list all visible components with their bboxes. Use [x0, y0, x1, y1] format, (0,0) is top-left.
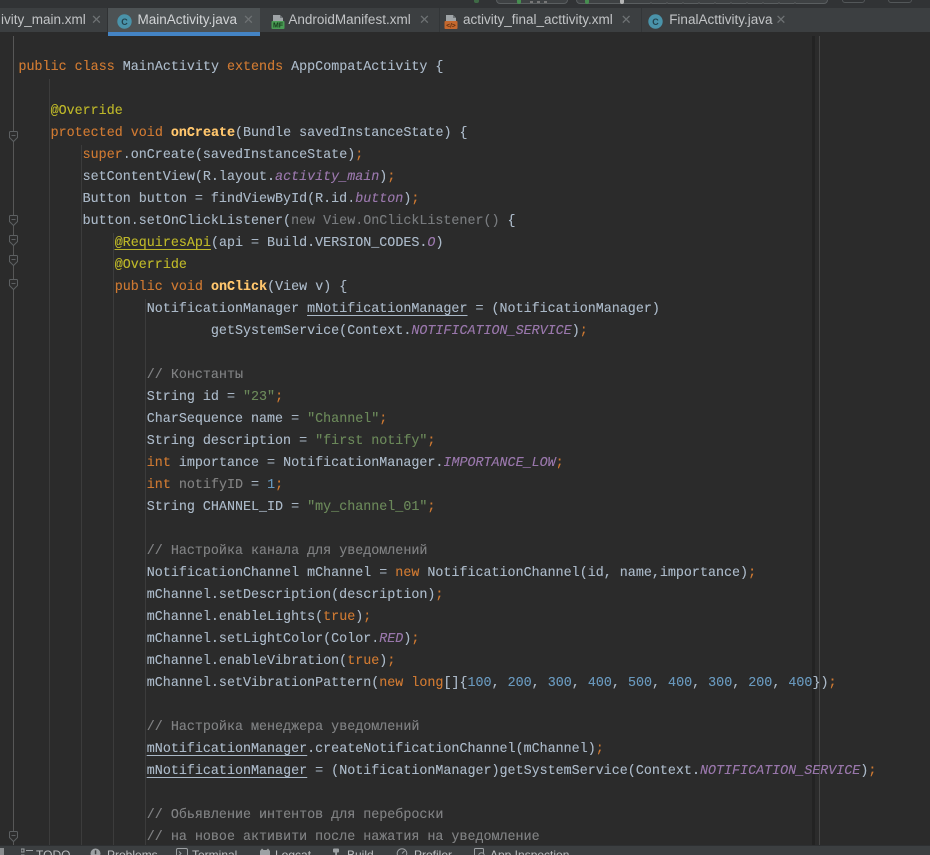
svg-text:</>: </>: [446, 22, 456, 29]
svg-text:MF: MF: [273, 23, 284, 29]
svg-text:C: C: [652, 17, 659, 27]
svg-text:C: C: [121, 17, 128, 27]
